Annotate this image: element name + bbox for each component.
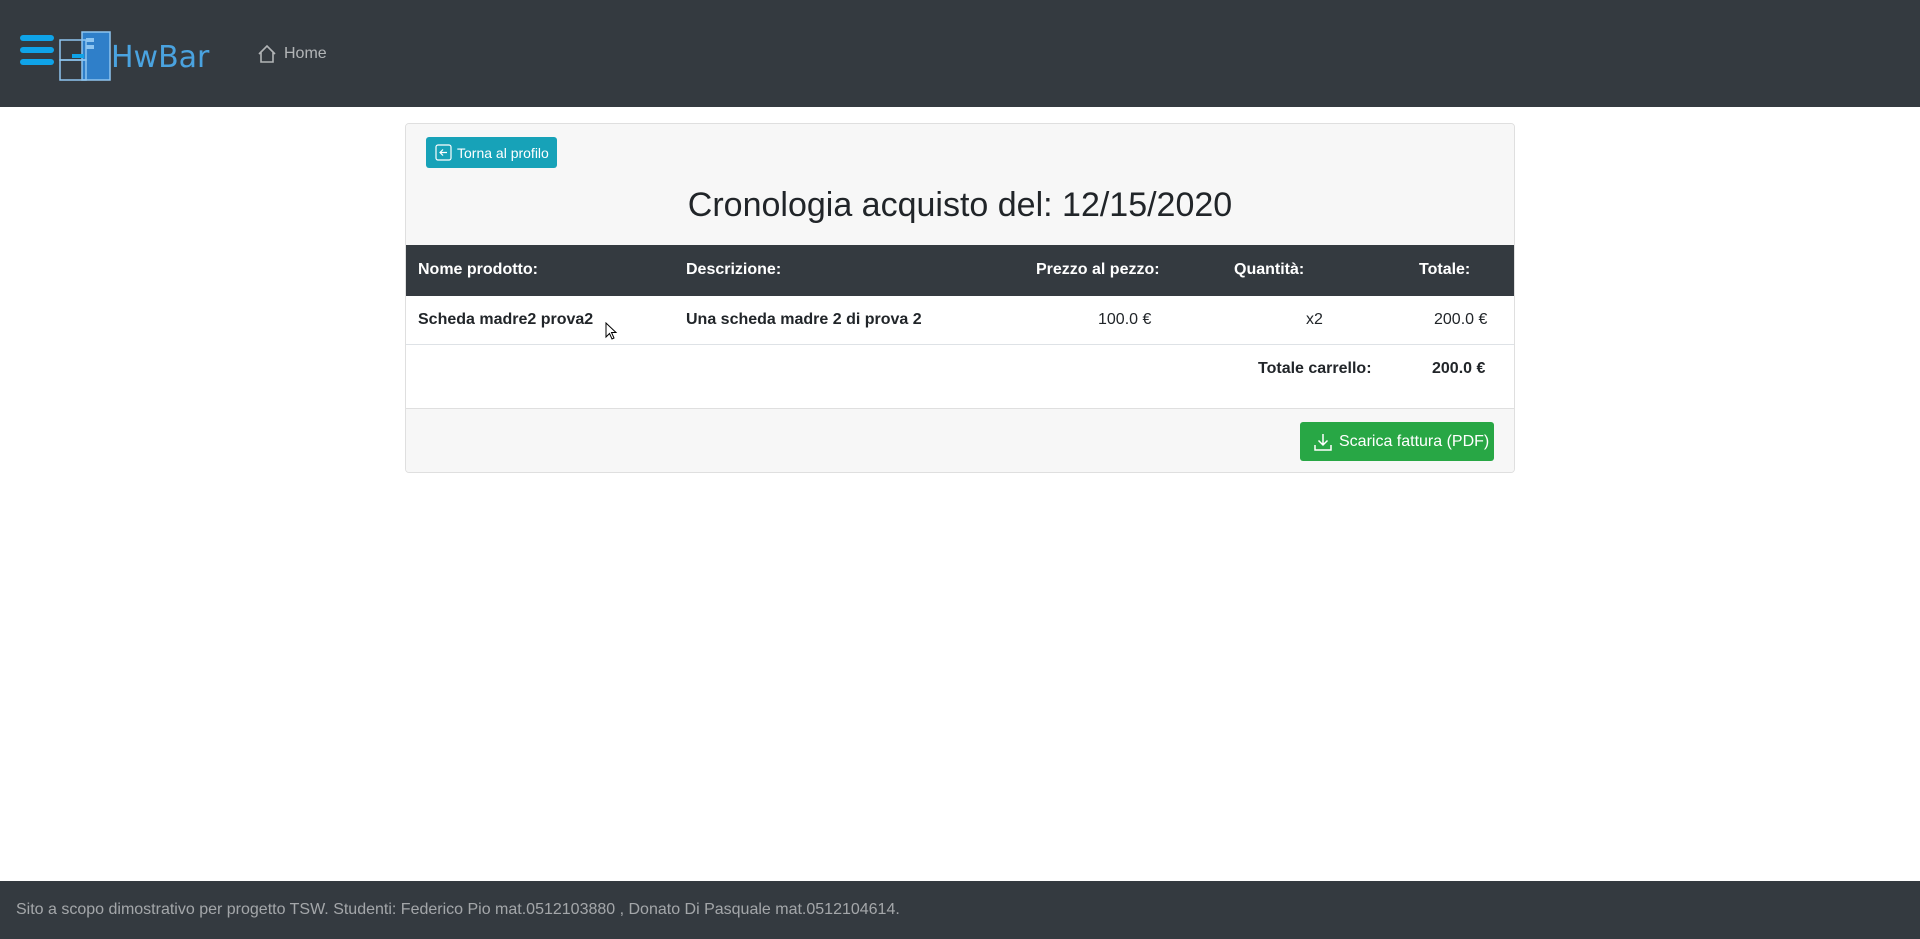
logo-icon[interactable] <box>58 30 114 84</box>
navbar: HwBar Home <box>0 0 1920 107</box>
cart-total-value: 200.0 € <box>1432 360 1486 377</box>
product-description: Una scheda madre 2 di prova 2 <box>686 311 922 328</box>
back-button-label: Torna al profilo <box>457 144 549 161</box>
arrow-left-square-icon <box>435 144 452 161</box>
header-quantity: Quantità: <box>1234 261 1305 278</box>
back-to-profile-button[interactable]: Torna al profilo <box>426 137 557 168</box>
menu-icon[interactable] <box>20 35 54 65</box>
product-unit-price: 100.0 € <box>1098 311 1152 328</box>
card-footer: Scarica fattura (PDF) <box>406 408 1514 472</box>
product-name: Scheda madre2 prova2 <box>418 311 594 328</box>
product-quantity: x2 <box>1306 311 1323 328</box>
nav-home-link[interactable]: Home <box>256 42 327 66</box>
product-total: 200.0 € <box>1434 311 1488 328</box>
cart-total-label: Totale carrello: <box>1258 360 1372 377</box>
download-invoice-button[interactable]: Scarica fattura (PDF) <box>1300 422 1494 461</box>
cart-total-row: Totale carrello: 200.0 € <box>406 345 1514 394</box>
header-product-name: Nome prodotto: <box>418 261 538 278</box>
table-header: Nome prodotto: Descrizione: Prezzo al pe… <box>406 245 1514 296</box>
header-total: Totale: <box>1419 261 1471 278</box>
home-icon <box>258 44 276 63</box>
header-description: Descrizione: <box>686 261 782 278</box>
page-title: Cronologia acquisto del: 12/15/2020 <box>687 186 1233 224</box>
nav-home-label: Home <box>284 45 327 62</box>
purchase-card: Torna al profilo Cronologia acquisto del… <box>405 123 1515 473</box>
download-icon <box>1314 433 1332 451</box>
mouse-cursor-icon <box>605 322 618 340</box>
table-row: Scheda madre2 prova2 Una scheda madre 2 … <box>406 296 1514 345</box>
card-header: Torna al profilo Cronologia acquisto del… <box>406 124 1514 246</box>
page-footer: Sito a scopo dimostrativo per progetto T… <box>0 881 1920 939</box>
brand-name[interactable]: HwBar <box>111 40 209 75</box>
download-button-label: Scarica fattura (PDF) <box>1339 432 1490 450</box>
header-unit-price: Prezzo al pezzo: <box>1036 261 1160 278</box>
footer-text: Sito a scopo dimostrativo per progetto T… <box>16 901 900 918</box>
